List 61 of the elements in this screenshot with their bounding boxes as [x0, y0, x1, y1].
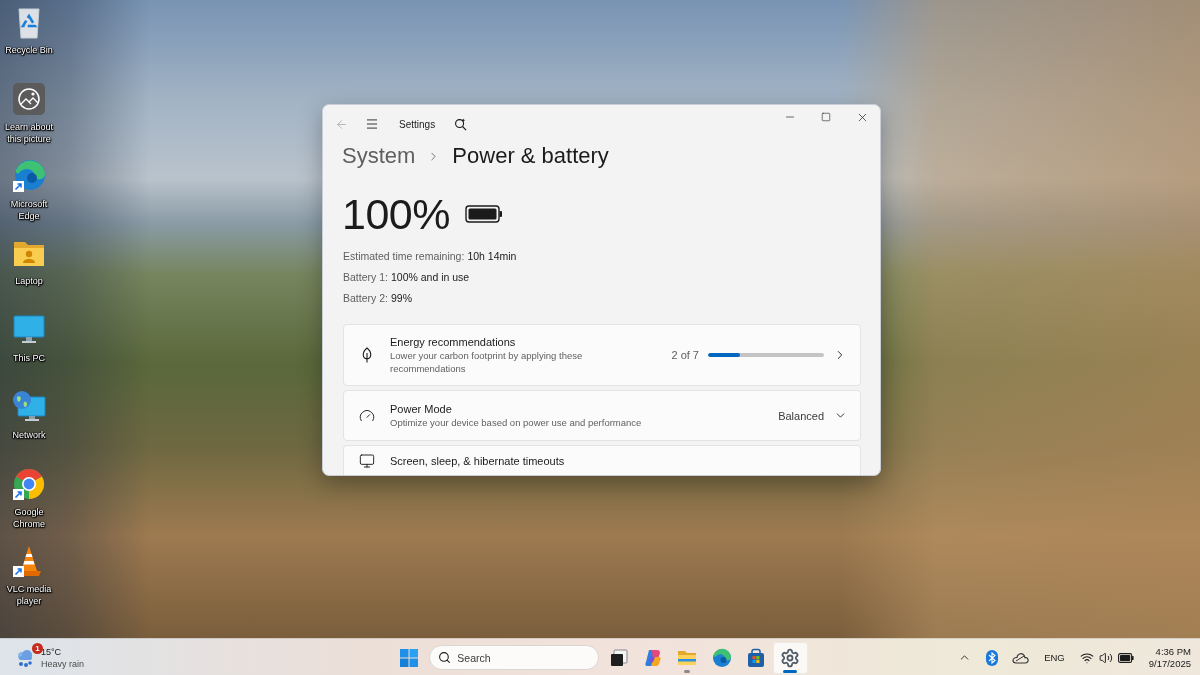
page-title: Power & battery [452, 143, 609, 169]
search-field[interactable]: Search [429, 645, 600, 670]
wifi-icon [1079, 650, 1094, 665]
swirl-logo-icon [711, 647, 732, 668]
battery-percentage: 100% [342, 190, 450, 238]
breadcrumb-link[interactable]: System [342, 143, 416, 169]
bluetooth-icon [986, 649, 999, 666]
globe-monitor-icon [12, 390, 46, 424]
window-title: Settings [399, 118, 436, 130]
desktop-shortcut[interactable]: Learn about this picture [0, 80, 58, 157]
language-button[interactable]: ENG [1038, 643, 1071, 672]
search-icon [453, 117, 467, 131]
settings-card[interactable]: Energy recommendations Lower your carbon footprint by applying these recommendations 2 of 7 [343, 324, 861, 386]
monitor-icon [359, 453, 375, 469]
battery-icon [1117, 652, 1134, 663]
tricolor-logo-icon [12, 467, 46, 501]
temperature-text: 15°C [41, 645, 62, 658]
clock-time: 4:36 PM [1155, 645, 1191, 658]
weather-condition: Heavy rain [41, 657, 85, 670]
desktop-shortcut[interactable]: Recycle Bin [0, 3, 58, 80]
settings-card[interactable]: Power Mode Optimize your device based on power use and performance Balanced [343, 390, 861, 441]
card-title: Screen, sleep, & hibernate timeouts [390, 454, 566, 468]
swirl-logo-icon [12, 159, 46, 193]
card-title: Power Mode [390, 402, 453, 416]
cloud-icon [1012, 651, 1030, 664]
gauge-icon [359, 407, 375, 424]
detail-value: 10h 14min [467, 249, 517, 264]
cloud-rain-icon [15, 647, 35, 668]
detail-label: Battery 2: [343, 291, 388, 306]
battery-icon [465, 205, 503, 223]
ribbon-logo-icon [642, 647, 663, 668]
start-icon [400, 648, 419, 667]
back-arrow-icon [334, 117, 348, 131]
settings-card[interactable]: Screen, sleep, & hibernate timeouts [343, 445, 861, 475]
desktop-shortcut[interactable]: Network [0, 388, 58, 465]
volume-icon [1098, 650, 1113, 665]
detail-value: 100% and in use [390, 270, 470, 285]
progress-count: 2 of 7 [671, 349, 699, 361]
menu-icon [365, 117, 379, 131]
power-mode-dropdown[interactable]: Balanced [774, 405, 847, 426]
desktop-shortcut[interactable]: This PC [0, 311, 58, 388]
detail-label: Estimated time remaining: [343, 249, 465, 264]
settings-icon [780, 647, 801, 668]
clock-date: 9/17/2025 [1148, 657, 1191, 670]
detail-value: 99% [390, 291, 412, 306]
picture-icon [12, 82, 46, 116]
taskbar-app-button[interactable] [773, 641, 808, 674]
desktop-shortcut[interactable]: Microsoft Edge [0, 157, 58, 234]
task-view-icon [608, 647, 629, 668]
card-title: Energy recommendations [390, 335, 517, 349]
desktop-shortcut[interactable]: Google Chrome [0, 465, 58, 542]
detail-label: Battery 1: [343, 270, 388, 285]
maximize-icon [821, 112, 831, 122]
desktop-shortcut[interactable]: Laptop [0, 234, 58, 311]
card-description: Optimize your device based on power use and performance [390, 416, 643, 429]
search-icon [438, 651, 452, 664]
shopping-bag-icon [746, 647, 767, 668]
notification-badge: 1 [32, 642, 43, 654]
card-description: Lower your carbon footprint by applying these recommendations [390, 349, 584, 375]
clock-button[interactable]: 4:36 PM 9/17/2025 [1142, 641, 1191, 674]
desktop-shortcut[interactable]: VLC media player [0, 542, 58, 619]
